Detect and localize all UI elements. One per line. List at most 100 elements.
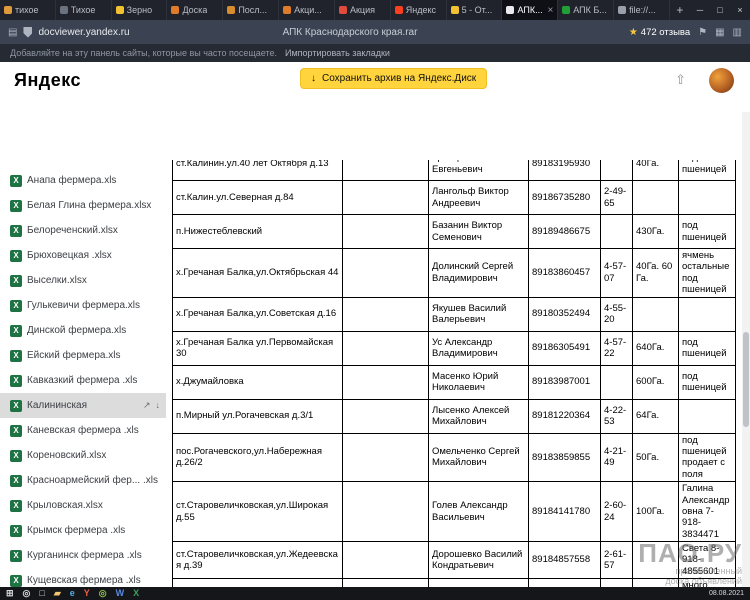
new-tab-button[interactable]: + [670,0,690,20]
browser-tab[interactable]: Акци... [279,0,335,20]
cell-address: ст.Старовеличковская,ул.Широкая д.55 [173,482,343,542]
file-list-item[interactable]: XКущевская фермера .xls [0,568,166,587]
explorer-folder-icon[interactable]: ▰ [54,589,61,598]
file-list-item[interactable]: XКурганинск фермера .xls [0,543,166,568]
file-list-item[interactable]: XКрыловская.xlsx [0,493,166,518]
browser-tab[interactable]: АПК...× [502,0,558,20]
tab-favicon [227,6,235,14]
yandex-logo[interactable]: Яндекс [14,70,81,91]
excel-file-icon: X [10,425,22,437]
browser-tab[interactable]: тихое [0,0,56,20]
import-bookmarks-link[interactable]: Импортировать закладки [285,48,390,58]
tab-favicon [171,6,179,14]
download-file-icon[interactable]: ↓ [156,400,161,411]
cell-code: 4-22-53 [601,399,633,433]
reviews-badge[interactable]: ★ 472 отзыва [629,27,690,38]
avatar[interactable] [709,68,734,93]
file-name: Крымск фермера .xls [27,525,125,536]
browser-tab[interactable]: Доска [167,0,223,20]
file-name: Анапа фермера.xls [27,175,116,186]
file-list-item[interactable]: XБелореченский.xlsx [0,218,166,243]
vertical-scrollbar [742,112,750,587]
share-icon[interactable]: ⇧ [675,72,686,88]
browser-tab[interactable]: Яндекс [391,0,447,20]
cell-org [343,542,429,579]
file-list-item[interactable]: XБелая Глина фермера.xlsx [0,193,166,218]
task-view-icon[interactable]: □ [39,589,44,598]
cell-org: КФХ Джумайлов и Ко [343,579,429,587]
cell-note: под пшеницей [679,365,736,399]
protect-shield-icon[interactable] [23,27,32,38]
browser-tab[interactable]: Акция [335,0,391,20]
viewer-header: Яндекс ↓ Сохранить архив на Яндекс.Диск … [0,62,750,112]
minimize-button[interactable]: ─ [690,0,710,20]
file-list-item[interactable]: XГулькевичи фермера.xls [0,293,166,318]
close-button[interactable]: × [730,0,750,20]
table-row: х.Гречаная Балка,ул.Советская д.16Якушев… [173,297,736,331]
cell-name: Базанин Виктор Семенович [429,215,529,249]
tab-label: Посл... [238,5,267,15]
file-name: Динской фермера.xls [27,325,126,336]
table-row: ст.Калинин.ул.40 лет Октября д.13Кравцов… [173,160,736,181]
url-text[interactable]: docviewer.yandex.ru [38,27,129,38]
save-to-disk-button[interactable]: ↓ Сохранить архив на Яндекс.Диск [300,68,487,89]
file-list-item[interactable]: X Анапа фермера.xls [0,168,166,193]
file-name: Калининская [27,400,87,411]
browser-tab[interactable]: Тихое [56,0,112,20]
scrollbar-thumb[interactable] [743,332,749,427]
file-list-item[interactable]: XЕйский фермера.xls [0,343,166,368]
file-actions: ↗↓ [143,400,160,411]
chrome-browser-icon[interactable]: ◎ [99,589,107,598]
file-list-item[interactable]: XБрюховецкая .xlsx [0,243,166,268]
cell-org [343,249,429,298]
cell-name: Лангольф Виктор Андреевич [429,181,529,215]
share-file-icon[interactable]: ↗ [143,400,151,411]
sidebar-panel-icon[interactable]: ▤ [8,27,17,38]
cell-area: 430Га. [633,215,679,249]
table-row: ст.Старовеличковская,ул.Жедеевская д.39Д… [173,542,736,579]
cell-note: под пшеницей [679,160,736,181]
file-list-item[interactable]: XКрасноармейский фер... .xls [0,468,166,493]
search-icon[interactable]: ◎ [23,589,31,598]
cell-area [633,542,679,579]
taskbar-clock[interactable]: 08.08.2021 [709,590,744,597]
excel-file-icon: X [10,500,22,512]
excel-file-icon: X [10,450,22,462]
file-list-item[interactable]: XКаневская фермера .xls [0,418,166,443]
file-list-item[interactable]: XДинской фермера.xls [0,318,166,343]
bookmark-flag-icon[interactable]: ⚑ [698,27,707,38]
file-list-item[interactable]: X Крымск фермера .xls [0,518,166,543]
tab-close-icon[interactable]: × [547,5,553,16]
file-list-item[interactable]: XКалининская↗↓ [0,393,166,418]
file-list-item[interactable]: XКореновский.xlsx [0,443,166,468]
yandex-browser-icon[interactable]: Y [84,589,90,598]
cell-phone: 89183859855 [529,433,601,482]
cell-name: Нерусин Владимир Дмитриевич [429,579,529,587]
cell-area [633,297,679,331]
browser-tab[interactable]: Зерно [112,0,168,20]
browser-tab[interactable]: file://... [614,0,670,20]
maximize-button[interactable]: □ [710,0,730,20]
tab-favicon [618,6,626,14]
excel-file-icon: X [10,175,22,187]
cell-name: Голев Александр Васильевич [429,482,529,542]
excel-icon[interactable]: X [133,589,139,598]
bookmarks-hint-text: Добавляйте на эту панель сайты, которые … [10,48,277,58]
cell-phone: 89183987001 [529,365,601,399]
cell-name: Долинский Сергей Владимирович [429,249,529,298]
file-list-item[interactable]: XВыселки.xlsx [0,268,166,293]
browser-tab[interactable]: Посл... [223,0,279,20]
file-name: Выселки.xlsx [27,275,87,286]
cell-code [601,365,633,399]
browser-tab[interactable]: АПК Б... [558,0,614,20]
start-button[interactable]: ⊞ [6,589,14,598]
file-list-item[interactable]: XКавказкий фермера .xls [0,368,166,393]
word-icon[interactable]: W [116,589,125,598]
extensions-icon[interactable]: ▥ [733,27,742,38]
excel-file-icon: X [10,525,22,537]
browser-tab[interactable]: 5 - От... [447,0,503,20]
tab-label: тихое [15,5,39,15]
collections-icon[interactable]: ▦ [715,27,724,38]
edge-browser-icon[interactable]: e [70,589,75,598]
tab-favicon [395,6,403,14]
